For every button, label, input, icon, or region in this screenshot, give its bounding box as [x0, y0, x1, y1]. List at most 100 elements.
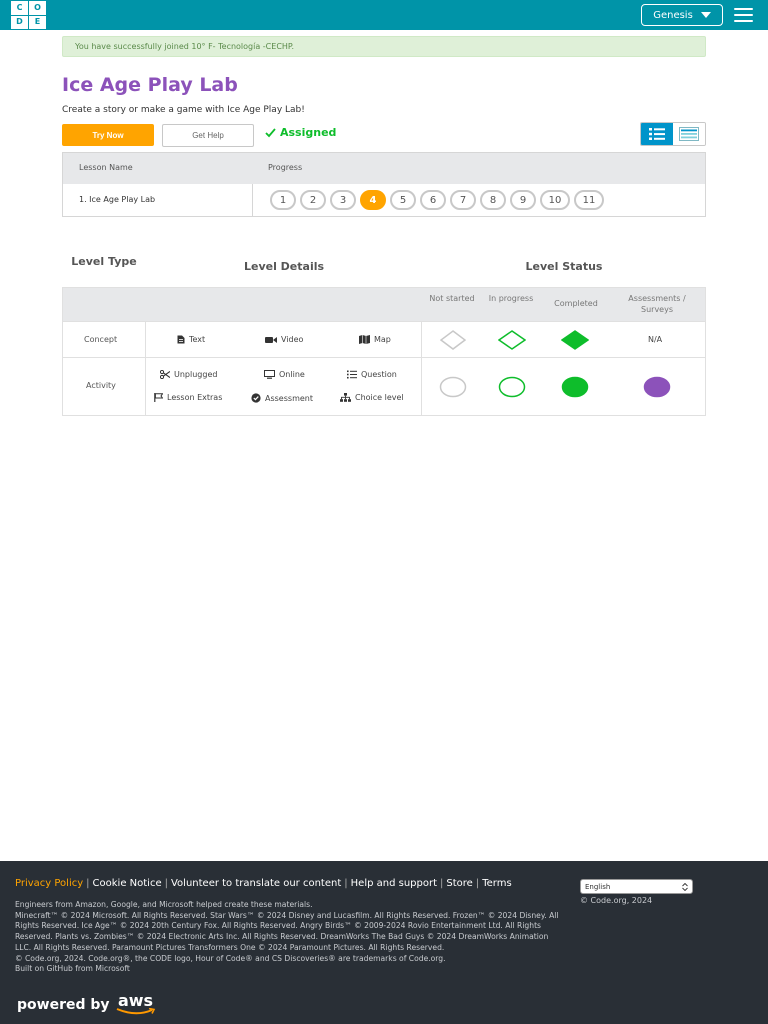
assigned-status: Assigned	[265, 126, 336, 139]
detail-unplugged-label: Unplugged	[174, 370, 218, 379]
page-title: Ice Age Play Lab	[62, 74, 238, 96]
completed-header: Completed	[554, 299, 598, 308]
detail-view-button[interactable]	[673, 123, 705, 145]
monitor-icon	[264, 370, 275, 379]
detail-view-icon	[679, 127, 699, 141]
level-bubble-2[interactable]: 2	[300, 190, 326, 210]
footer: Privacy Policy | Cookie Notice | Volunteer t…	[0, 861, 768, 1024]
level-bubble-8[interactable]: 8	[480, 190, 506, 210]
detail-map-label: Map	[374, 335, 391, 344]
in-progress-diamond-icon	[498, 330, 526, 350]
language-select[interactable]: English	[580, 879, 693, 894]
detail-question-label: Question	[361, 370, 397, 379]
page-subtitle: Create a story or make a game with Ice A…	[62, 105, 305, 115]
caret-down-icon	[700, 12, 711, 18]
list-view-icon	[649, 128, 665, 140]
account-menu-button[interactable]: Genesis	[641, 4, 723, 26]
detail-online: Online	[264, 370, 305, 379]
store-link[interactable]: Store	[446, 878, 472, 889]
level-bubble-5[interactable]: 5	[390, 190, 416, 210]
legend-row-concept: Concept Text Video Map N/A	[63, 321, 705, 357]
legend-status-header: Not started In progress Completed Assess…	[63, 288, 705, 322]
detail-assessment: Assessment	[251, 393, 313, 403]
top-nav-bar: C O D E Genesis	[0, 0, 768, 30]
detail-lesson-extras: Lesson Extras	[154, 393, 222, 402]
select-arrows-icon	[682, 882, 688, 891]
document-icon	[177, 335, 185, 344]
level-bubble-7[interactable]: 7	[450, 190, 476, 210]
account-name: Genesis	[653, 9, 693, 21]
video-camera-icon	[265, 336, 277, 343]
terms-link[interactable]: Terms	[482, 878, 511, 889]
footer-credits: Engineers from Amazon, Google, and Micro…	[15, 900, 565, 975]
level-bubble-3[interactable]: 3	[330, 190, 356, 210]
logo-letter-d: D	[11, 15, 28, 29]
level-bubble-9[interactable]: 9	[510, 190, 536, 210]
detail-choice-level-label: Choice level	[355, 393, 404, 402]
checkmark-icon	[265, 127, 276, 137]
detail-unplugged: Unplugged	[160, 370, 217, 379]
lesson-name-header: Lesson Name	[79, 163, 133, 172]
list-view-button[interactable]	[641, 123, 673, 145]
detail-video: Video	[265, 335, 303, 344]
credits-github: Built on GitHub from Microsoft	[15, 964, 130, 974]
assessment-circle-icon	[643, 376, 671, 398]
assessments-header: Assessments / Surveys	[628, 294, 686, 314]
footer-links: Privacy Policy | Cookie Notice | Volunteer t…	[15, 878, 512, 889]
type-activity: Activity	[86, 381, 116, 390]
hamburger-menu-icon[interactable]	[734, 8, 753, 22]
powered-by-text: powered by	[17, 996, 110, 1013]
progress-bubbles: 1 2 3 4 5 6 7 8 9 10 11	[270, 190, 604, 210]
detail-text: Text	[177, 335, 205, 344]
assigned-label: Assigned	[280, 126, 337, 139]
level-bubble-6[interactable]: 6	[420, 190, 446, 210]
lesson-table-header: Lesson Name Progress	[63, 153, 705, 184]
level-bubble-11[interactable]: 11	[574, 190, 604, 210]
privacy-policy-link[interactable]: Privacy Policy	[15, 878, 83, 889]
level-bubble-1[interactable]: 1	[270, 190, 296, 210]
volunteer-translate-link[interactable]: Volunteer to translate our content	[171, 878, 341, 889]
completed-circle-icon	[561, 376, 589, 398]
legend-level-status-title: Level Status	[525, 260, 603, 273]
logo-letter-e: E	[29, 15, 46, 29]
level-bubble-4[interactable]: 4	[360, 190, 386, 210]
credits-codeorg: © Code.org, 2024. Code.org®, the CODE lo…	[15, 953, 446, 963]
lesson-name[interactable]: 1. Ice Age Play Lab	[79, 195, 155, 204]
help-support-link[interactable]: Help and support	[351, 878, 437, 889]
sitemap-icon	[340, 393, 351, 402]
detail-map: Map	[359, 335, 391, 344]
flag-icon	[154, 393, 163, 402]
detail-online-label: Online	[279, 370, 305, 379]
detail-choice-level: Choice level	[340, 393, 404, 402]
in-progress-circle-icon	[498, 376, 526, 398]
detail-lesson-extras-label: Lesson Extras	[167, 393, 223, 402]
scissors-icon	[160, 370, 170, 379]
credits-engineers: Engineers from Amazon, Google, and Micro…	[15, 900, 313, 909]
try-now-button[interactable]: Try Now	[62, 124, 154, 146]
in-progress-header: In progress	[488, 294, 534, 303]
check-circle-icon	[251, 393, 261, 403]
detail-question: Question	[347, 370, 397, 379]
aws-logo-text: aws	[117, 991, 154, 1010]
level-legend: Not started In progress Completed Assess…	[62, 287, 706, 416]
type-concept: Concept	[84, 335, 118, 344]
detail-text-label: Text	[189, 335, 206, 344]
detail-assessment-label: Assessment	[265, 393, 313, 403]
legend-row-activity: Activity Unplugged Online Question Lesso…	[63, 357, 705, 415]
list-icon	[347, 370, 357, 379]
get-help-button[interactable]: Get Help	[162, 124, 254, 147]
language-value: English	[585, 882, 611, 891]
success-alert: You have successfully joined 10° F- Tecn…	[62, 36, 706, 57]
table-row: 1. Ice Age Play Lab 1 2 3 4 5 6 7 8 9 10 11	[63, 184, 705, 216]
not-started-diamond-icon	[440, 330, 466, 350]
legend-level-details-title: Level Details	[243, 260, 325, 273]
cookie-notice-link[interactable]: Cookie Notice	[93, 878, 162, 889]
powered-by-aws[interactable]: powered by aws	[17, 991, 156, 1015]
view-toggle	[640, 122, 706, 146]
assessment-na: N/A	[648, 335, 663, 344]
level-bubble-10[interactable]: 10	[540, 190, 570, 210]
progress-header: Progress	[268, 163, 303, 172]
aws-smile-icon	[116, 1008, 155, 1015]
logo-letter-o: O	[29, 1, 46, 15]
code-logo[interactable]: C O D E	[11, 1, 46, 29]
